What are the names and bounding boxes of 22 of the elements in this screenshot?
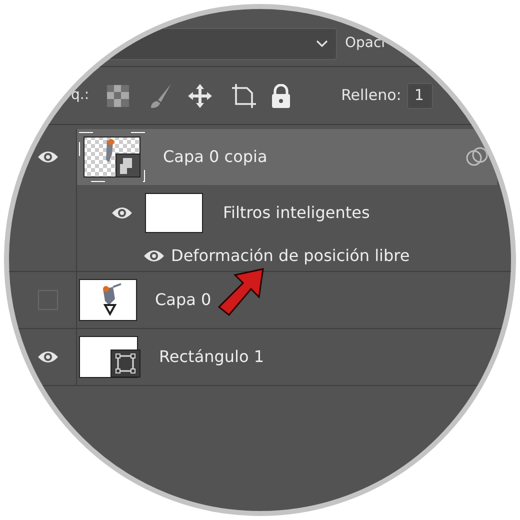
lock-label: q.: [71,86,90,105]
lock-icon[interactable] [271,84,292,108]
filter-mask-thumbnail [145,193,203,233]
move-icon[interactable] [187,82,214,108]
smart-filter-icon[interactable] [465,147,489,167]
layer-name: Filtros inteligentes [223,202,370,224]
filter-name[interactable]: Deformación de posición libre [171,244,410,268]
eye-icon[interactable] [36,350,58,364]
chevron-icon [316,40,328,48]
blend-mode-dropdown[interactable] [109,28,337,60]
shape-layer-thumbnail [79,336,141,378]
eye-icon[interactable] [143,249,165,263]
pointer-arrow [215,267,267,319]
eye-icon[interactable] [111,206,133,220]
lock-transparency-icon[interactable] [107,84,130,106]
brush-icon[interactable] [149,82,174,108]
eye-icon[interactable] [36,150,58,164]
opacity-label: Opaci [345,34,386,53]
layer-row[interactable]: Capa 0 copia [77,129,497,185]
fill-field[interactable]: 1 [407,82,434,108]
smart-object-thumbnail [79,132,145,182]
fill-label: Relleno: [341,85,402,106]
